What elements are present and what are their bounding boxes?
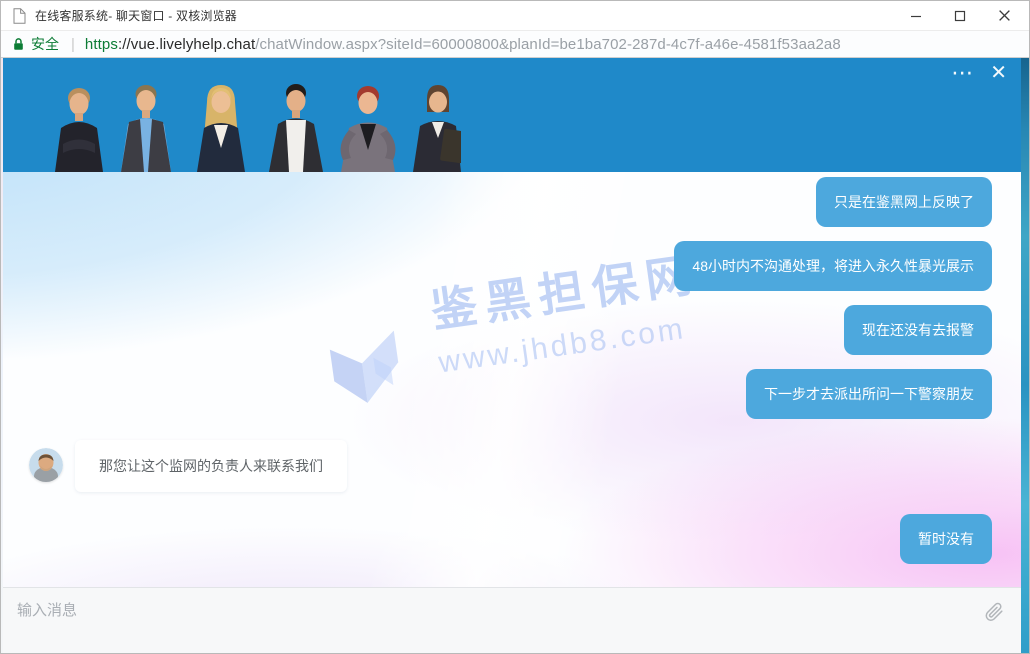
visitor-message-row: 那您让这个监网的负责人来联系我们: [29, 440, 347, 492]
window-controls: [909, 9, 1019, 23]
security-chip[interactable]: 安全: [13, 34, 59, 54]
page-content: ⋯ ✕ 鉴黑担保网 www.jhdb8.com: [1, 58, 1029, 653]
chat-menu-button[interactable]: ⋯: [951, 63, 974, 83]
address-separator: |: [71, 36, 75, 53]
browser-titlebar: 在线客服系统- 聊天窗口 - 双核浏览器: [1, 1, 1029, 30]
close-window-button[interactable]: [997, 9, 1011, 23]
chat-window: ⋯ ✕ 鉴黑担保网 www.jhdb8.com: [3, 58, 1021, 653]
attachment-icon[interactable]: [983, 600, 1007, 624]
visitor-message: 那您让这个监网的负责人来联系我们: [75, 440, 347, 492]
address-bar: 安全 | https://vue.livelyhelp.chat/chatWin…: [1, 30, 1029, 58]
support-team-photo: [41, 58, 461, 172]
chat-header-controls: ⋯ ✕: [951, 63, 1007, 83]
maximize-button[interactable]: [953, 9, 967, 23]
window-title: 在线客服系统- 聊天窗口 - 双核浏览器: [35, 7, 237, 24]
chat-header: ⋯ ✕: [3, 58, 1021, 172]
url-host: ://vue.livelyhelp.chat: [118, 36, 255, 53]
agent-message: 下一步才去派出所问一下警察朋友: [746, 369, 992, 419]
message-input[interactable]: [3, 588, 1021, 653]
lock-icon: [13, 37, 24, 51]
minimize-icon: [910, 10, 922, 22]
desktop-edge-right: [1021, 58, 1029, 653]
agent-message: 48小时内不沟通处理，将进入永久性暴光展示: [674, 241, 992, 291]
visitor-avatar-image: [29, 448, 63, 482]
agent-message: 现在还没有去报警: [844, 305, 992, 355]
page-icon: [13, 8, 26, 24]
security-label: 安全: [31, 34, 59, 54]
chat-close-button[interactable]: ✕: [990, 63, 1007, 83]
browser-window: 在线客服系统- 聊天窗口 - 双核浏览器 安全 | https://vue.li…: [0, 0, 1030, 654]
minimize-button[interactable]: [909, 9, 923, 23]
message-list: 只是在鉴黑网上反映了 48小时内不沟通处理，将进入永久性暴光展示 现在还没有去报…: [3, 172, 1021, 587]
chat-input-area: [3, 587, 1021, 653]
url-scheme: https: [85, 36, 118, 53]
agent-message: 只是在鉴黑网上反映了: [816, 177, 992, 227]
close-icon: [998, 9, 1011, 22]
agent-message: 暂时没有: [900, 514, 992, 564]
maximize-icon: [954, 10, 966, 22]
url-path: /chatWindow.aspx?siteId=60000800&planId=…: [255, 36, 841, 53]
visitor-avatar: [29, 448, 63, 482]
chat-body: 鉴黑担保网 www.jhdb8.com 只是在鉴黑网上反映了 48小时内不沟通处…: [3, 172, 1021, 587]
url-text[interactable]: https://vue.livelyhelp.chat/chatWindow.a…: [85, 36, 841, 53]
